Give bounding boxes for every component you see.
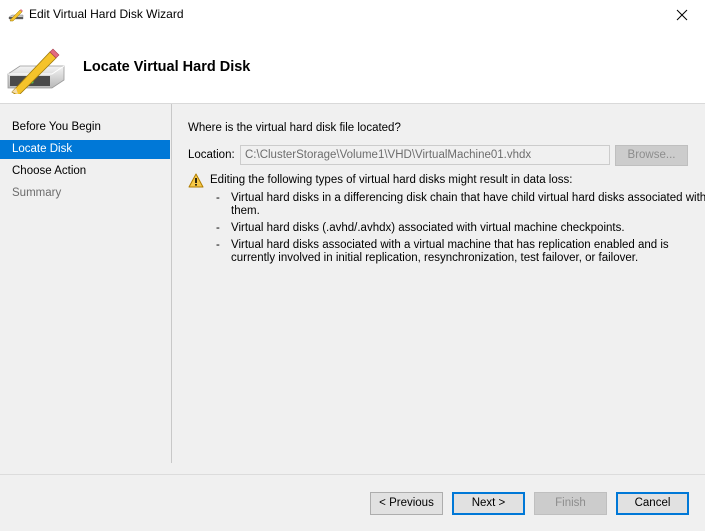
warning-title: Editing the following types of virtual h… <box>210 174 573 186</box>
hard-disk-pencil-icon <box>7 48 65 94</box>
window-title: Edit Virtual Hard Disk Wizard <box>29 7 184 21</box>
list-item: - Virtual hard disks (.avhd/.avhdx) assoc… <box>216 222 705 235</box>
list-item: - Virtual hard disks in a differencing di… <box>216 192 705 218</box>
bullet-dash: - <box>216 239 220 251</box>
sidebar-item-summary: Summary <box>12 187 62 199</box>
close-button[interactable] <box>659 0 705 30</box>
wizard-steps-sidebar: Before You Begin Locate Disk Choose Acti… <box>0 104 171 464</box>
bullet-dash: - <box>216 222 220 234</box>
finish-button: Finish <box>534 492 607 515</box>
bullet-dash: - <box>216 192 220 204</box>
wizard-header: Locate Virtual Hard Disk <box>0 30 705 104</box>
browse-button: Browse... <box>615 145 688 166</box>
title-bar: Edit Virtual Hard Disk Wizard <box>0 0 705 30</box>
warning-icon <box>188 173 204 188</box>
warning-list: - Virtual hard disks in a differencing di… <box>216 192 705 269</box>
sidebar-item-locate-disk[interactable]: Locate Disk <box>0 140 170 159</box>
sidebar-item-before-you-begin[interactable]: Before You Begin <box>0 118 170 137</box>
next-button[interactable]: Next > <box>452 492 525 515</box>
page-title: Locate Virtual Hard Disk <box>83 59 251 75</box>
location-input[interactable] <box>240 145 610 165</box>
previous-button[interactable]: < Previous <box>370 492 443 515</box>
hard-disk-pencil-icon <box>8 9 24 22</box>
cancel-button[interactable]: Cancel <box>616 492 689 515</box>
footer-divider <box>0 474 705 475</box>
warning-item-text: Virtual hard disks (.avhd/.avhdx) associ… <box>231 222 625 234</box>
location-question: Where is the virtual hard disk file loca… <box>188 122 401 134</box>
warning-item-text: Virtual hard disks associated with a vir… <box>231 239 669 264</box>
warning-item-text: Virtual hard disks in a differencing dis… <box>231 192 705 217</box>
sidebar-divider <box>171 104 172 463</box>
list-item: - Virtual hard disks associated with a vi… <box>216 239 705 265</box>
sidebar-item-choose-action[interactable]: Choose Action <box>0 162 170 181</box>
close-icon <box>676 9 688 21</box>
location-label: Location: <box>188 149 235 161</box>
